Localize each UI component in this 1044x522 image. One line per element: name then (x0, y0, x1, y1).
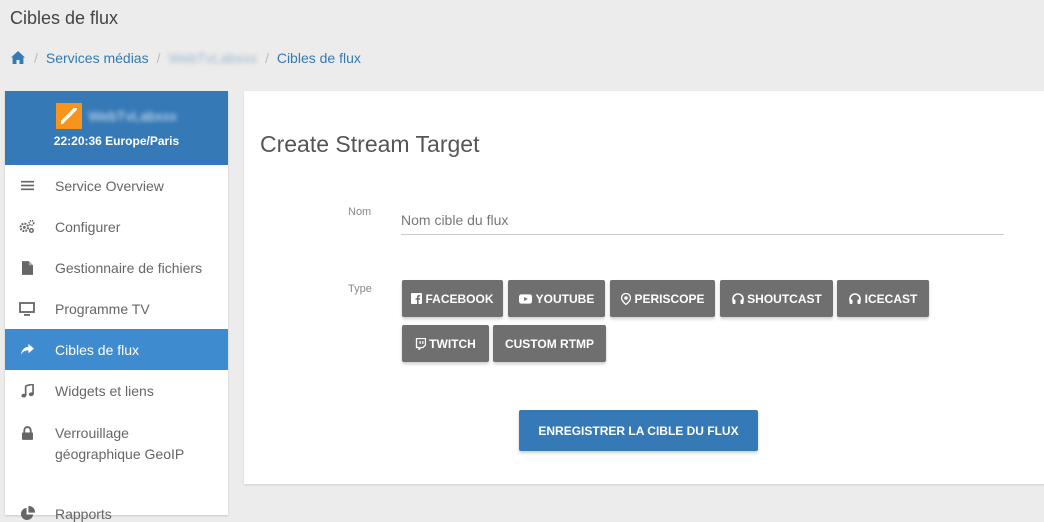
type-facebook-button[interactable]: FACEBOOK (402, 280, 503, 317)
home-icon[interactable] (10, 50, 26, 66)
type-periscope-button[interactable]: PERISCOPE (610, 280, 715, 317)
monitor-icon (19, 301, 35, 317)
sidebar-item-service-overview[interactable]: Service Overview (5, 165, 228, 206)
breadcrumb-separator: / (156, 50, 161, 66)
page-title: Cibles de flux (10, 8, 119, 28)
share-icon (19, 342, 35, 358)
sidebar-header: WebTvLabxxx 22:20:36 Europe/Paris (5, 91, 228, 165)
music-icon (19, 383, 35, 399)
sidebar-item-cibles-flux[interactable]: Cibles de flux (5, 329, 228, 370)
gears-icon (19, 219, 35, 235)
save-stream-target-button[interactable]: ENREGISTRER LA CIBLE DU FLUX (519, 410, 758, 451)
sidebar-item-programme-tv[interactable]: Programme TV (5, 288, 228, 329)
name-label: Nom (348, 206, 372, 218)
lock-icon (19, 425, 35, 441)
breadcrumb: / Services médias / WebTvLabxxx / Cibles… (10, 50, 361, 66)
facebook-icon (411, 293, 423, 304)
breadcrumb-current[interactable]: Cibles de flux (277, 50, 361, 66)
sidebar: WebTvLabxxx 22:20:36 Europe/Paris Servic… (5, 91, 228, 522)
sidebar-item-configurer[interactable]: Configurer (5, 206, 228, 247)
periscope-icon (620, 292, 631, 305)
breadcrumb-service-name[interactable]: WebTvLabxxx (168, 50, 256, 66)
create-stream-target-card: Create Stream Target Nom Type FACEBOOK Y… (244, 91, 1044, 484)
pie-chart-icon (19, 506, 35, 522)
type-twitch-button[interactable]: TWITCH (402, 325, 489, 362)
headphones-icon (849, 293, 862, 304)
file-icon (19, 260, 35, 276)
type-label: Type (348, 283, 372, 295)
breadcrumb-separator: / (264, 50, 269, 66)
stream-target-name-input[interactable] (401, 205, 1004, 235)
service-time: 22:20:36 Europe/Paris (53, 134, 180, 148)
list-icon (19, 178, 35, 194)
headphones-icon (731, 293, 744, 304)
service-logo (56, 102, 83, 129)
twitch-icon (415, 337, 427, 350)
sidebar-item-gestionnaire-fichiers[interactable]: Gestionnaire de fichiers (5, 247, 228, 288)
sidebar-item-rapports[interactable]: Rapports (5, 493, 228, 522)
type-custom-rtmp-button[interactable]: CUSTOM RTMP (493, 325, 606, 362)
breadcrumb-separator: / (34, 50, 38, 66)
breadcrumb-services-medias[interactable]: Services médias (46, 50, 149, 66)
type-icecast-button[interactable]: ICECAST (837, 280, 929, 317)
type-shoutcast-button[interactable]: SHOUTCAST (720, 280, 833, 317)
sidebar-item-geoip[interactable]: Verrouillage géographique GeoIP (5, 411, 228, 493)
type-youtube-button[interactable]: YOUTUBE (508, 280, 605, 317)
form-title: Create Stream Target (260, 131, 480, 157)
youtube-icon (519, 293, 533, 304)
service-name: WebTvLabxxx (88, 107, 177, 124)
sidebar-item-widgets-liens[interactable]: Widgets et liens (5, 370, 228, 411)
